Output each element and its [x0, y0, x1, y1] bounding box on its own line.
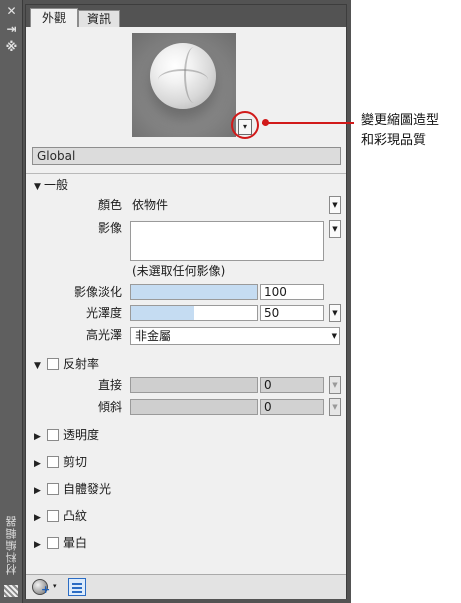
palette-title-bar[interactable]: ✕ ⇥ ※ 材料編輯器 [0, 0, 23, 603]
section-bump-title: 凸紋 [63, 509, 88, 523]
direct-label: 直接 [97, 378, 122, 392]
tab-appearance[interactable]: 外觀 [30, 8, 78, 28]
color-label: 顏色 [97, 198, 122, 212]
section-reflectivity-title: 反射率 [63, 357, 100, 371]
direct-input[interactable]: 0 [260, 377, 324, 393]
callout-line [262, 122, 354, 124]
direct-slider[interactable] [130, 377, 258, 393]
section-transparency[interactable]: ▶ 透明度 [34, 427, 99, 443]
tab-information[interactable]: 資訊 [78, 10, 120, 28]
glossiness-slider[interactable] [130, 305, 258, 321]
glossiness-dropdown-button[interactable]: ▼ [329, 304, 341, 322]
list-line [72, 587, 82, 589]
chevron-down-icon: ▼ [331, 332, 337, 340]
self-illumination-checkbox[interactable] [47, 483, 59, 495]
section-tint[interactable]: ▶ 暈白 [34, 535, 87, 551]
collapse-triangle-icon[interactable]: ▼ [34, 179, 44, 195]
callout-line-1: 變更縮圖造型 [361, 113, 440, 128]
color-dropdown-button[interactable]: ▼ [329, 196, 341, 214]
plus-icon: + [41, 583, 51, 596]
section-self-illumination-title: 自體發光 [63, 482, 112, 496]
chevron-down-icon[interactable]: ▾ [53, 582, 57, 590]
oblique-slider[interactable] [130, 399, 258, 415]
section-generic-title: 一般 [44, 178, 69, 192]
material-editor-palette: ✕ ⇥ ※ 材料編輯器 外觀 資訊 ▾ Global ▼ 一般 顏色 依物件 ▼… [0, 0, 351, 603]
materials-browser-button[interactable] [68, 578, 86, 596]
divider [26, 173, 346, 174]
bump-checkbox[interactable] [47, 510, 59, 522]
color-value[interactable]: 依物件 [132, 197, 168, 213]
image-fade-slider[interactable] [130, 284, 258, 300]
expand-triangle-icon[interactable]: ▶ [34, 510, 44, 526]
list-line [72, 591, 82, 593]
section-transparency-title: 透明度 [63, 428, 100, 442]
material-name-field[interactable]: Global [32, 147, 341, 165]
tab-strip: 外觀 資訊 [26, 5, 346, 28]
oblique-label: 傾斜 [97, 400, 122, 414]
tint-checkbox[interactable] [47, 537, 59, 549]
section-generic[interactable]: ▼ 一般 [34, 177, 68, 193]
callout-text: 變更縮圖造型 和彩現品質 [361, 111, 457, 151]
palette-title: 材料編輯器 [5, 515, 18, 575]
section-tint-title: 暈白 [63, 536, 88, 550]
image-slot[interactable] [130, 221, 324, 261]
image-fade-label: 影像淡化 [73, 285, 122, 299]
reflectivity-checkbox[interactable] [47, 358, 59, 370]
image-none-note: (未選取任何影像) [132, 264, 226, 278]
oblique-input[interactable]: 0 [260, 399, 324, 415]
sphere-swatch [150, 43, 216, 109]
callout-circle [231, 111, 259, 139]
expand-triangle-icon[interactable]: ▶ [34, 456, 44, 472]
callout-line-2: 和彩現品質 [361, 133, 427, 148]
properties-icon[interactable]: ※ [4, 40, 19, 55]
section-cutouts[interactable]: ▶ 剪切 [34, 454, 87, 470]
sphere-seam [184, 47, 204, 103]
glossiness-label: 光澤度 [85, 306, 122, 320]
image-label: 影像 [97, 221, 122, 235]
highlights-value: 非金屬 [135, 329, 172, 343]
section-cutouts-title: 剪切 [63, 455, 88, 469]
image-fade-input[interactable]: 100 [260, 284, 324, 300]
direct-dropdown-button[interactable]: ▼ [329, 376, 341, 394]
material-thumbnail [132, 33, 236, 137]
transparency-checkbox[interactable] [47, 429, 59, 441]
palette-grip-icon[interactable] [4, 585, 18, 597]
expand-triangle-icon[interactable]: ▶ [34, 537, 44, 553]
image-dropdown-button[interactable]: ▼ [329, 220, 341, 238]
close-icon[interactable]: ✕ [4, 4, 19, 19]
glossiness-fill [131, 306, 194, 320]
highlights-label: 高光澤 [85, 328, 122, 342]
image-fade-fill [131, 285, 257, 299]
section-reflectivity[interactable]: ▼ 反射率 [34, 356, 99, 372]
section-self-illumination[interactable]: ▶ 自體發光 [34, 481, 111, 497]
autohide-icon[interactable]: ⇥ [4, 22, 19, 37]
oblique-dropdown-button[interactable]: ▼ [329, 398, 341, 416]
expand-triangle-icon[interactable]: ▶ [34, 483, 44, 499]
highlights-select[interactable]: 非金屬 ▼ [130, 327, 340, 345]
section-bump[interactable]: ▶ 凸紋 [34, 508, 87, 524]
list-line [72, 583, 82, 585]
cutouts-checkbox[interactable] [47, 456, 59, 468]
glossiness-input[interactable]: 50 [260, 305, 324, 321]
material-panel: 外觀 資訊 ▾ Global ▼ 一般 顏色 依物件 ▼ 影像 ▼ (未選取任何影… [25, 4, 347, 599]
collapse-triangle-icon[interactable]: ▼ [34, 358, 44, 374]
bottom-toolbar: + ▾ [26, 574, 346, 599]
expand-triangle-icon[interactable]: ▶ [34, 429, 44, 445]
